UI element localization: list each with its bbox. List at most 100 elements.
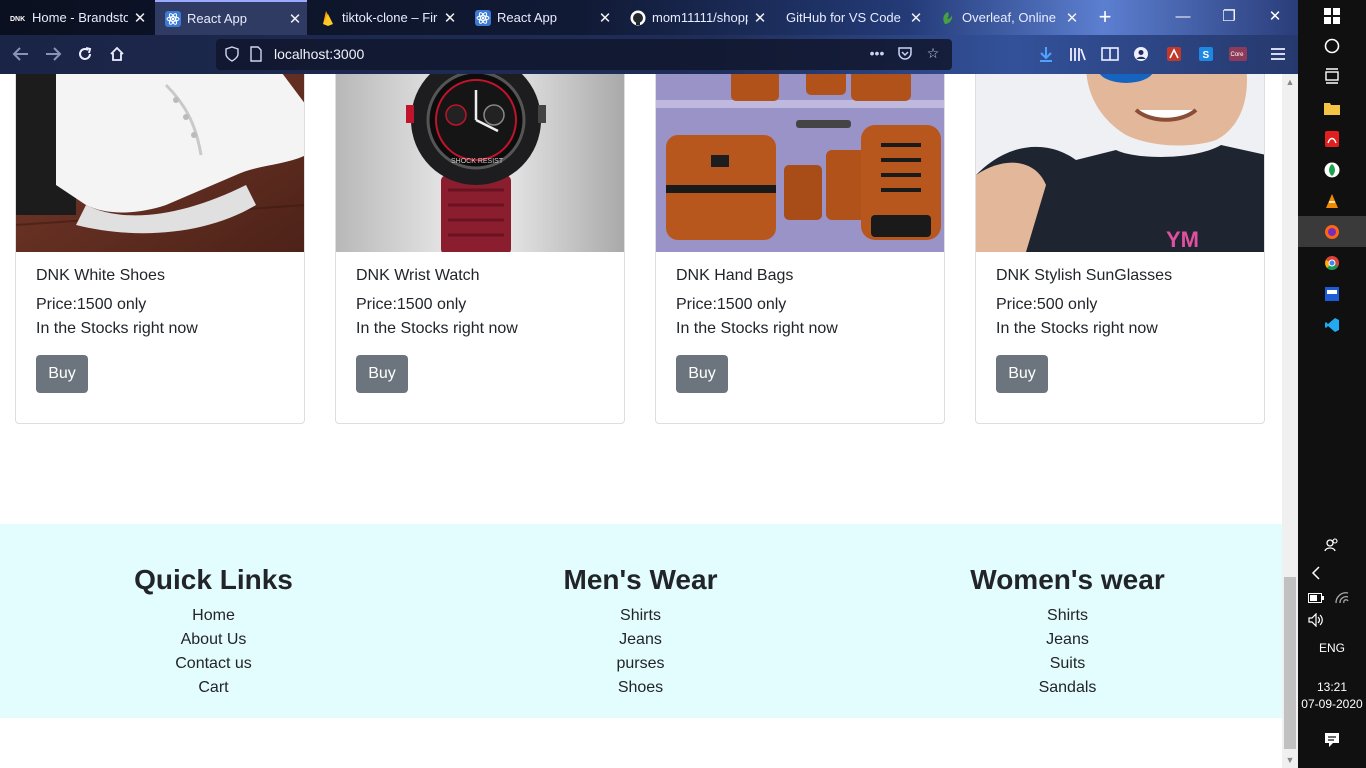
extension-s-icon[interactable]: S: [1196, 44, 1216, 64]
scroll-up-arrow-icon[interactable]: ▲: [1282, 74, 1298, 90]
chrome-icon[interactable]: [1298, 247, 1366, 278]
app-blue-icon[interactable]: [1298, 278, 1366, 309]
page-info-icon[interactable]: [248, 46, 264, 62]
close-tab-icon[interactable]: ✕: [904, 9, 928, 27]
extension-icon[interactable]: [1164, 44, 1184, 64]
extension-core-icon[interactable]: Core: [1228, 44, 1248, 64]
product-stock-status: In the Stocks right now: [356, 320, 518, 337]
page-viewport: DNK White Shoes Price:1500 only In the S…: [0, 74, 1282, 768]
footer-link-shirts[interactable]: Shirts: [854, 604, 1281, 628]
buy-button[interactable]: Buy: [356, 355, 408, 393]
product-title: DNK White Shoes: [36, 267, 165, 284]
product-card: YM DNK Stylish SunGlasses Price:500 only…: [975, 74, 1265, 424]
firebase-icon: [320, 10, 336, 26]
windows-start-icon[interactable]: [1298, 0, 1366, 31]
library-icon[interactable]: [1068, 44, 1088, 64]
svg-text:YM: YM: [1166, 227, 1199, 252]
close-tab-icon[interactable]: ✕: [1060, 9, 1084, 27]
pocket-icon[interactable]: [896, 45, 914, 63]
app-green-icon[interactable]: [1298, 154, 1366, 185]
clock-time[interactable]: 13:21: [1298, 680, 1366, 694]
tab-home-brandstore[interactable]: DNK Home - Brandstore ✕: [0, 0, 152, 35]
reload-icon[interactable]: [70, 40, 100, 68]
input-language[interactable]: ENG: [1298, 641, 1366, 655]
footer-heading: Men's Wear: [563, 564, 718, 595]
footer-heading: Women's wear: [970, 564, 1165, 595]
footer-link-shirts[interactable]: Shirts: [427, 604, 854, 628]
volume-icon[interactable]: [1282, 604, 1350, 635]
reader-view-icon[interactable]: [1100, 44, 1120, 64]
back-arrow-icon[interactable]: [6, 40, 36, 68]
close-tab-icon[interactable]: ✕: [128, 9, 152, 27]
tab-label: React App: [187, 11, 247, 26]
people-icon[interactable]: [1298, 529, 1366, 560]
close-tab-icon[interactable]: ✕: [438, 9, 462, 27]
home-icon[interactable]: [102, 40, 132, 68]
forward-arrow-icon[interactable]: [38, 40, 68, 68]
close-tab-icon[interactable]: ✕: [748, 9, 772, 27]
tab-react-app[interactable]: React App ✕: [465, 0, 617, 35]
windows-taskbar: ENG 13:21 07-09-2020: [1298, 0, 1366, 768]
footer-link-jeans[interactable]: Jeans: [427, 628, 854, 652]
footer-link-cart[interactable]: Cart: [0, 676, 427, 700]
tab-react-app-active[interactable]: React App ✕: [155, 0, 307, 35]
tab-github-shopping[interactable]: mom11111/shopping ✕: [620, 0, 772, 35]
buy-button[interactable]: Buy: [996, 355, 1048, 393]
scroll-down-arrow-icon[interactable]: ▼: [1282, 752, 1298, 768]
buy-button[interactable]: Buy: [676, 355, 728, 393]
footer-link-contact-us[interactable]: Contact us: [0, 652, 427, 676]
svg-text:SHOCK RESIST: SHOCK RESIST: [451, 158, 504, 165]
vlc-icon[interactable]: [1298, 185, 1366, 216]
product-stock-status: In the Stocks right now: [676, 320, 838, 337]
clock-date[interactable]: 07-09-2020: [1298, 697, 1366, 711]
firefox-icon[interactable]: [1298, 216, 1366, 247]
acrobat-icon[interactable]: [1298, 123, 1366, 154]
download-icon[interactable]: [1036, 44, 1056, 64]
svg-text:S: S: [1203, 50, 1210, 61]
restore-window-button[interactable]: ❐: [1206, 0, 1252, 35]
tab-tiktok-clone[interactable]: tiktok-clone – Firebase ✕: [310, 0, 462, 35]
buy-button[interactable]: Buy: [36, 355, 88, 393]
product-title: DNK Hand Bags: [676, 267, 794, 284]
more-actions-icon[interactable]: •••: [868, 45, 886, 63]
react-icon: [165, 10, 181, 27]
tab-label: React App: [497, 10, 557, 25]
url-text[interactable]: localhost:3000: [274, 46, 364, 62]
address-bar[interactable]: localhost:3000 ••• ☆: [216, 39, 952, 70]
new-tab-button[interactable]: +: [1092, 3, 1118, 31]
action-center-icon[interactable]: [1298, 724, 1366, 755]
page-scrollbar[interactable]: ▲ ▼: [1282, 74, 1298, 768]
file-explorer-icon[interactable]: [1298, 92, 1366, 123]
product-image-sunglasses: YM: [976, 74, 1264, 252]
product-title: DNK Stylish SunGlasses: [996, 267, 1173, 284]
tab-github-vscode[interactable]: GitHub for VS Code ✕: [776, 0, 928, 35]
product-stock-status: In the Stocks right now: [36, 320, 198, 337]
tab-overleaf[interactable]: Overleaf, Online LaTeX ✕: [930, 0, 1084, 35]
footer-link-jeans[interactable]: Jeans: [854, 628, 1281, 652]
product-price: Price:1500 only: [36, 296, 147, 313]
minimize-window-button[interactable]: —: [1160, 0, 1206, 35]
bookmark-star-icon[interactable]: ☆: [924, 45, 942, 63]
search-icon[interactable]: [1298, 30, 1366, 61]
task-view-icon[interactable]: [1298, 60, 1366, 91]
product-price: Price:500 only: [996, 296, 1098, 313]
product-image-watch: SHOCK RESIST: [336, 74, 624, 252]
footer-link-purses[interactable]: purses: [427, 652, 854, 676]
footer-link-shoes[interactable]: Shoes: [427, 676, 854, 700]
menu-icon[interactable]: [1268, 44, 1288, 64]
close-window-button[interactable]: ✕: [1252, 0, 1298, 35]
footer-link-about-us[interactable]: About Us: [0, 628, 427, 652]
footer-link-home[interactable]: Home: [0, 604, 427, 628]
close-tab-icon[interactable]: ✕: [283, 10, 307, 28]
footer-link-suits[interactable]: Suits: [854, 652, 1281, 676]
browser-navigation-bar: localhost:3000 ••• ☆ S Core: [0, 35, 1298, 74]
footer-link-sandals[interactable]: Sandals: [854, 676, 1281, 700]
product-price: Price:1500 only: [676, 296, 787, 313]
site-footer: Quick Links Home About Us Contact us Car…: [0, 524, 1282, 718]
account-icon[interactable]: [1131, 44, 1151, 64]
tab-label: GitHub for VS Code: [786, 10, 901, 25]
close-tab-icon[interactable]: ✕: [593, 9, 617, 27]
shield-icon[interactable]: [224, 46, 240, 62]
vscode-icon[interactable]: [1298, 309, 1366, 340]
github-icon: [630, 10, 646, 26]
